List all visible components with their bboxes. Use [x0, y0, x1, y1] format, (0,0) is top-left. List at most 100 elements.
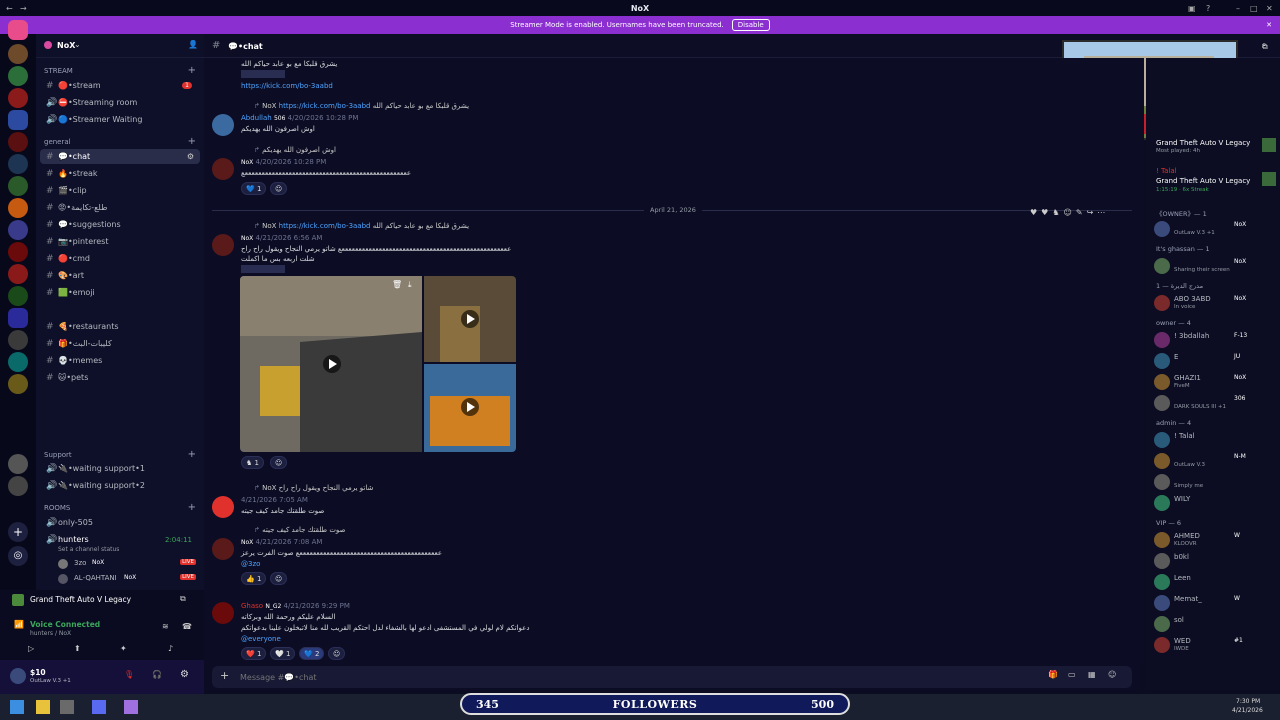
- explore-icon[interactable]: ◎: [8, 546, 28, 566]
- server-icon[interactable]: [8, 198, 28, 218]
- server-icon[interactable]: [8, 330, 28, 350]
- taskbar-app-icon[interactable]: [36, 700, 50, 714]
- channel-item[interactable]: # 💀•memes: [40, 353, 200, 368]
- mention[interactable]: @everyone: [241, 635, 281, 643]
- server-icon[interactable]: [8, 154, 28, 174]
- server-icon[interactable]: [8, 374, 28, 394]
- reply-preview[interactable]: ↱ صوت طلقتك جامد كيف جيته: [254, 526, 345, 534]
- category-general[interactable]: general: [44, 138, 71, 146]
- channel-item[interactable]: # 💬•suggestions: [40, 217, 200, 232]
- member-item[interactable]: Memat_ W: [1154, 594, 1278, 612]
- server-icon[interactable]: [8, 44, 28, 64]
- deafen-icon[interactable]: 🎧: [152, 670, 162, 679]
- message[interactable]: ↱ صوت طلقتك جامد كيف جيته NoX 4/21/2026 …: [204, 524, 1140, 590]
- message[interactable]: ↱ NoX https://kick.com/bo-3aabd يشرق قلب…: [204, 100, 1140, 136]
- voice-user[interactable]: 3zo NoX LIVE: [58, 558, 198, 570]
- add-reaction-button[interactable]: ☺: [270, 456, 288, 469]
- add-friend-icon[interactable]: 👤: [188, 40, 198, 49]
- channel-settings-icon[interactable]: ⚙: [187, 152, 194, 161]
- inbox-icon[interactable]: ▣: [1188, 4, 1196, 13]
- message-input[interactable]: [240, 669, 1020, 685]
- emoji-icon[interactable]: ☺: [1108, 670, 1116, 679]
- stream-icon[interactable]: ⧉: [180, 594, 186, 604]
- message[interactable]: يشرق قلبكا مع بو عابد حياكم الله https:/…: [204, 58, 1140, 96]
- member-item[interactable]: N-M OutLaw V.3: [1154, 452, 1278, 470]
- activity-card[interactable]: ! Talal Grand Theft Auto V Legacy 1:15:1…: [1154, 166, 1278, 194]
- server-icon[interactable]: [8, 454, 28, 474]
- server-icon[interactable]: [8, 352, 28, 372]
- reply-preview[interactable]: ↱ NoX https://kick.com/bo-3aabd يشرق قلب…: [254, 102, 469, 110]
- close-window-icon[interactable]: ✕: [1266, 4, 1273, 13]
- channel-hunters[interactable]: 🔊 hunters 2:04:11: [40, 532, 200, 547]
- activities-icon[interactable]: ✦: [120, 644, 127, 653]
- channel-item[interactable]: # 🟩•emoji: [40, 285, 200, 300]
- category-support[interactable]: Support: [44, 451, 72, 459]
- member-item[interactable]: NoX Sharing their screen: [1154, 257, 1278, 275]
- member-item[interactable]: 306 DARK SOULS III +1: [1154, 394, 1278, 412]
- voice-user[interactable]: AL-QAHTANI NoX LIVE: [58, 573, 198, 585]
- server-icon[interactable]: [8, 476, 28, 496]
- member-item[interactable]: ! 3bdallah F-13: [1154, 331, 1278, 349]
- author-name[interactable]: Abdullah 506 4/20/2026 10:28 PM: [241, 114, 358, 122]
- message[interactable]: ↱ NoX https://kick.com/bo-3aabd يشرق قلب…: [204, 220, 1140, 470]
- download-icon[interactable]: ⤓: [408, 280, 412, 290]
- member-item[interactable]: b0kl: [1154, 552, 1278, 570]
- member-item[interactable]: GHAZI1 NoX FiveM: [1154, 373, 1278, 391]
- server-icon[interactable]: [8, 308, 28, 328]
- avatar[interactable]: [212, 538, 234, 560]
- reaction[interactable]: 💙 1: [241, 182, 267, 195]
- disable-button[interactable]: Disable: [731, 19, 770, 31]
- noise-suppression-icon[interactable]: ≋: [162, 622, 169, 631]
- reaction[interactable]: ❤️ 1: [241, 647, 267, 660]
- voice-status[interactable]: Voice Connected: [30, 620, 100, 629]
- avatar[interactable]: [212, 602, 234, 624]
- close-banner-icon[interactable]: ✕: [1266, 21, 1272, 29]
- member-item[interactable]: AHMED W KLOOVR: [1154, 531, 1278, 549]
- member-item[interactable]: Simply me: [1154, 473, 1278, 491]
- dm-home-icon[interactable]: [8, 20, 28, 40]
- message[interactable]: ↱ اوش اصرفون الله يهديكم NoX 4/20/2026 1…: [204, 144, 1140, 200]
- attach-plus-icon[interactable]: +: [220, 669, 229, 682]
- channel-item[interactable]: # 🍕•restaurants: [40, 319, 200, 334]
- server-icon[interactable]: [8, 264, 28, 284]
- reaction[interactable]: 💙 2: [299, 647, 325, 660]
- channel-waiting-support-1[interactable]: 🔊 🔌•waiting support•1: [40, 461, 200, 476]
- start-icon[interactable]: [10, 700, 24, 714]
- add-reaction-button[interactable]: ☺: [270, 182, 288, 195]
- add-channel-icon[interactable]: +: [188, 65, 196, 76]
- category-rooms[interactable]: ROOMS: [44, 504, 70, 512]
- reply-link[interactable]: https://kick.com/bo-3aabd: [279, 222, 371, 230]
- gift-icon[interactable]: 🎁: [1048, 670, 1058, 679]
- message-link[interactable]: https://kick.com/bo-3aabd: [241, 82, 333, 90]
- member-item[interactable]: E JU: [1154, 352, 1278, 370]
- message[interactable]: Ghaso N_G2 4/21/2026 9:29 PM السلام عليك…: [204, 598, 1140, 664]
- clock-date[interactable]: 4/21/2026: [1232, 707, 1263, 714]
- mute-icon[interactable]: 🎙: [124, 670, 134, 679]
- reaction[interactable]: 🤍 1: [270, 647, 296, 660]
- channel-only-505[interactable]: 🔊 only-505: [40, 515, 200, 530]
- add-server-icon[interactable]: +: [8, 522, 28, 542]
- add-channel-icon[interactable]: +: [188, 502, 196, 513]
- taskbar-app-icon[interactable]: [60, 700, 74, 714]
- channel-stream[interactable]: # 🔴•stream 1: [40, 78, 200, 93]
- member-item[interactable]: Leen: [1154, 573, 1278, 591]
- channel-item[interactable]: # 💬•chat ⚙: [40, 149, 200, 164]
- server-icon[interactable]: [8, 286, 28, 306]
- channel-item[interactable]: # 📷•pinterest: [40, 234, 200, 249]
- avatar[interactable]: [212, 158, 234, 180]
- member-item[interactable]: ABO 3ABD NoX In voice: [1154, 294, 1278, 312]
- taskbar-app-icon[interactable]: [92, 700, 106, 714]
- channel-streamer-waiting[interactable]: 🔊 🔵•Streamer Waiting: [40, 112, 200, 127]
- screen-share-icon[interactable]: ⬆: [74, 644, 81, 653]
- help-icon[interactable]: ?: [1206, 4, 1210, 13]
- channel-waiting-support-2[interactable]: 🔊 🔌•waiting support•2: [40, 478, 200, 493]
- channel-item[interactable]: # 🔥•streak: [40, 166, 200, 181]
- member-item[interactable]: WED #1 IWDE: [1154, 636, 1278, 654]
- add-channel-icon[interactable]: +: [188, 136, 196, 147]
- server-icon[interactable]: [8, 132, 28, 152]
- add-reaction-button[interactable]: ☺: [328, 647, 346, 660]
- gif-icon[interactable]: ▭: [1068, 670, 1076, 679]
- channel-item[interactable]: # 🐱•pets: [40, 370, 200, 385]
- message[interactable]: ↱ NoX شاتو يرمي النجاح ويقول راح راح 4/2…: [204, 482, 1140, 518]
- reply-preview[interactable]: ↱ NoX https://kick.com/bo-3aabd يشرق قلب…: [254, 222, 469, 230]
